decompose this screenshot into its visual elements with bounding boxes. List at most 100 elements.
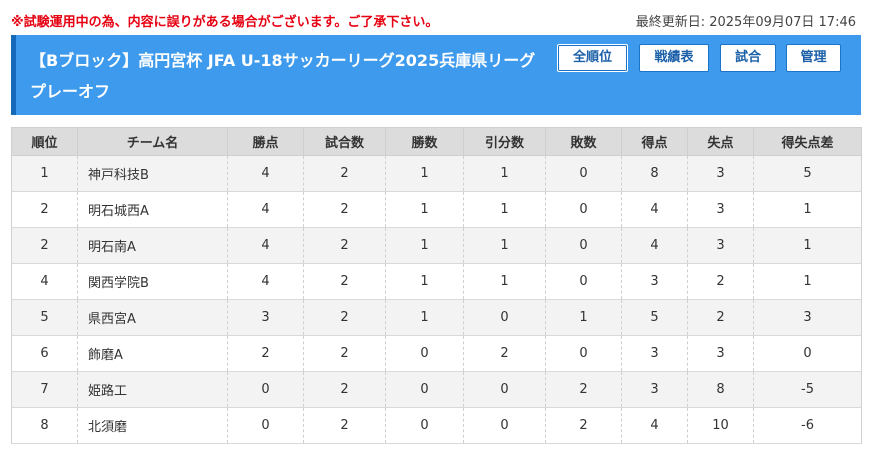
column-header: 勝数 [385, 127, 464, 156]
losses-cell: 0 [545, 227, 622, 264]
goals-against-cell: 2 [687, 299, 754, 336]
played-cell: 2 [303, 191, 386, 228]
team-name-cell: 県西宮A [77, 299, 228, 336]
team-name-cell: 関西学院B [77, 263, 228, 300]
team-name-cell: 明石城西A [77, 191, 228, 228]
wins-cell: 1 [385, 263, 464, 300]
goals-for-cell: 3 [621, 371, 688, 408]
goal-diff-cell: 5 [753, 155, 862, 192]
points-cell: 4 [227, 155, 304, 192]
losses-cell: 2 [545, 407, 622, 444]
column-header: 得点 [621, 127, 688, 156]
draws-cell: 1 [463, 191, 546, 228]
wins-cell: 0 [385, 335, 464, 372]
goal-diff-cell: 3 [753, 299, 862, 336]
goals-for-cell: 4 [621, 191, 688, 228]
points-cell: 0 [227, 407, 304, 444]
draws-cell: 2 [463, 335, 546, 372]
top-bar: ※試験運用中の為、内容に誤りがある場合がございます。ご了承下さい。 最終更新日:… [11, 9, 859, 31]
played-cell: 2 [303, 299, 386, 336]
played-cell: 2 [303, 263, 386, 300]
table-row: 5 県西宮A 3 2 1 0 1 5 2 3 [11, 299, 862, 336]
played-cell: 2 [303, 335, 386, 372]
losses-cell: 0 [545, 335, 622, 372]
goals-against-cell: 3 [687, 335, 754, 372]
draws-cell: 0 [463, 407, 546, 444]
block-header: 【Bブロック】高円宮杯 JFA U-18サッカーリーグ2025兵庫県リーグ プレ… [11, 35, 861, 115]
goals-against-cell: 10 [687, 407, 754, 444]
goal-diff-cell: -6 [753, 407, 862, 444]
goal-diff-cell: 1 [753, 227, 862, 264]
losses-cell: 2 [545, 371, 622, 408]
losses-cell: 0 [545, 191, 622, 228]
draws-cell: 1 [463, 155, 546, 192]
goal-diff-cell: 0 [753, 335, 862, 372]
team-name-cell: 飾磨A [77, 335, 228, 372]
table-row: 6 飾磨A 2 2 0 2 0 3 3 0 [11, 335, 862, 372]
all-rankings-button[interactable]: 全順位 [557, 44, 628, 72]
draws-cell: 1 [463, 227, 546, 264]
table-row: 2 明石南A 4 2 1 1 0 4 3 1 [11, 227, 862, 264]
played-cell: 2 [303, 155, 386, 192]
standings-page: ※試験運用中の為、内容に誤りがある場合がございます。ご了承下さい。 最終更新日:… [0, 0, 872, 454]
wins-cell: 1 [385, 299, 464, 336]
rank-cell: 2 [11, 191, 78, 228]
goals-against-cell: 3 [687, 191, 754, 228]
column-header: 引分数 [463, 127, 546, 156]
losses-cell: 1 [545, 299, 622, 336]
points-cell: 3 [227, 299, 304, 336]
points-cell: 4 [227, 191, 304, 228]
rank-cell: 7 [11, 371, 78, 408]
column-header: 勝点 [227, 127, 304, 156]
wins-cell: 0 [385, 371, 464, 408]
goals-for-cell: 4 [621, 227, 688, 264]
goal-diff-cell: 1 [753, 263, 862, 300]
points-cell: 2 [227, 335, 304, 372]
points-cell: 0 [227, 371, 304, 408]
goals-against-cell: 3 [687, 227, 754, 264]
column-header: 失点 [687, 127, 754, 156]
table-row: 1 神戸科技B 4 2 1 1 0 8 3 5 [11, 155, 862, 192]
admin-button[interactable]: 管理 [786, 44, 841, 72]
team-name-cell: 姫路工 [77, 371, 228, 408]
goal-diff-cell: 1 [753, 191, 862, 228]
column-header: 敗数 [545, 127, 622, 156]
losses-cell: 0 [545, 155, 622, 192]
points-cell: 4 [227, 227, 304, 264]
column-header: 順位 [11, 127, 78, 156]
trial-notice: ※試験運用中の為、内容に誤りがある場合がございます。ご了承下さい。 [11, 15, 439, 30]
column-header: チーム名 [77, 127, 228, 156]
team-name-cell: 神戸科技B [77, 155, 228, 192]
team-name-cell: 明石南A [77, 227, 228, 264]
wins-cell: 1 [385, 227, 464, 264]
goal-diff-cell: -5 [753, 371, 862, 408]
wins-cell: 1 [385, 155, 464, 192]
table-row: 4 関西学院B 4 2 1 1 0 3 2 1 [11, 263, 862, 300]
results-table-button[interactable]: 戦績表 [639, 44, 709, 72]
goals-against-cell: 2 [687, 263, 754, 300]
page-title: 【Bブロック】高円宮杯 JFA U-18サッカーリーグ2025兵庫県リーグ プレ… [30, 51, 536, 101]
goals-for-cell: 5 [621, 299, 688, 336]
table-row: 2 明石城西A 4 2 1 1 0 4 3 1 [11, 191, 862, 228]
rank-cell: 6 [11, 335, 78, 372]
goals-against-cell: 8 [687, 371, 754, 408]
played-cell: 2 [303, 407, 386, 444]
standings-table: 順位 チーム名 勝点 試合数 勝数 引分数 敗数 得点 失点 得失点差 1 神戸… [11, 127, 862, 444]
goals-for-cell: 3 [621, 263, 688, 300]
rank-cell: 8 [11, 407, 78, 444]
goals-for-cell: 3 [621, 335, 688, 372]
rank-cell: 5 [11, 299, 78, 336]
table-header-row: 順位 チーム名 勝点 試合数 勝数 引分数 敗数 得点 失点 得失点差 [11, 127, 862, 156]
draws-cell: 0 [463, 299, 546, 336]
table-row: 8 北須磨 0 2 0 0 2 4 10 -6 [11, 407, 862, 444]
column-header: 得失点差 [753, 127, 862, 156]
last-updated: 最終更新日: 2025年09月07日 17:46 [635, 15, 856, 30]
goals-for-cell: 4 [621, 407, 688, 444]
table-row: 7 姫路工 0 2 0 0 2 3 8 -5 [11, 371, 862, 408]
draws-cell: 0 [463, 371, 546, 408]
draws-cell: 1 [463, 263, 546, 300]
played-cell: 2 [303, 371, 386, 408]
points-cell: 4 [227, 263, 304, 300]
goals-for-cell: 8 [621, 155, 688, 192]
matches-button[interactable]: 試合 [720, 44, 776, 72]
